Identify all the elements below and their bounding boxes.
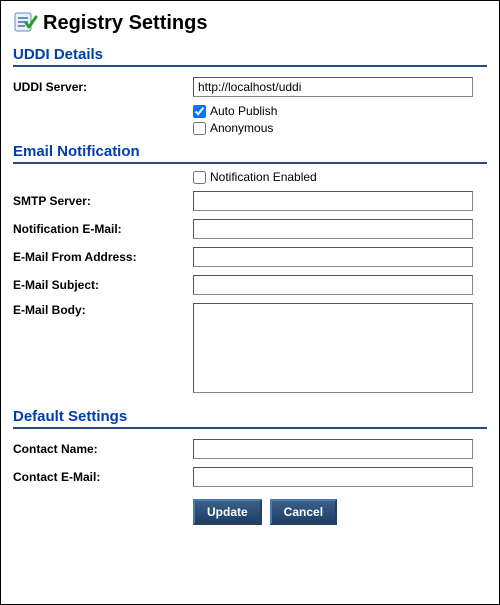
anonymous-label: Anonymous: [210, 121, 273, 135]
section-header-uddi: UDDI Details: [13, 46, 487, 63]
notify-email-input[interactable]: [193, 219, 473, 239]
cancel-button[interactable]: Cancel: [270, 499, 337, 525]
notification-enabled-checkbox[interactable]: [193, 171, 206, 184]
contact-name-input[interactable]: [193, 439, 473, 459]
uddi-server-label: UDDI Server:: [13, 80, 193, 94]
auto-publish-checkbox[interactable]: [193, 105, 206, 118]
row-uddi-server: UDDI Server:: [13, 73, 487, 101]
from-input[interactable]: [193, 247, 473, 267]
body-textarea[interactable]: [193, 303, 473, 393]
uddi-server-input[interactable]: [193, 77, 473, 97]
subject-input[interactable]: [193, 275, 473, 295]
anonymous-checkbox[interactable]: [193, 122, 206, 135]
subject-label: E-Mail Subject:: [13, 278, 193, 292]
contact-name-label: Contact Name:: [13, 442, 193, 456]
row-body: E-Mail Body:: [13, 299, 487, 400]
settings-icon: [13, 9, 39, 38]
section-rule: [13, 65, 487, 67]
page-title-row: Registry Settings: [13, 9, 487, 38]
smtp-label: SMTP Server:: [13, 194, 193, 208]
row-anonymous: Anonymous: [13, 121, 487, 135]
auto-publish-label: Auto Publish: [210, 104, 277, 118]
section-header-defaults: Default Settings: [13, 408, 487, 425]
smtp-input[interactable]: [193, 191, 473, 211]
row-from: E-Mail From Address:: [13, 243, 487, 271]
button-row: Update Cancel: [13, 499, 487, 525]
notification-enabled-label: Notification Enabled: [210, 170, 317, 184]
section-header-email: Email Notification: [13, 143, 487, 160]
body-label: E-Mail Body:: [13, 303, 193, 317]
row-contact-name: Contact Name:: [13, 435, 487, 463]
row-auto-publish: Auto Publish: [13, 104, 487, 118]
row-smtp: SMTP Server:: [13, 187, 487, 215]
contact-email-label: Contact E-Mail:: [13, 470, 193, 484]
section-rule: [13, 162, 487, 164]
notify-email-label: Notification E-Mail:: [13, 222, 193, 236]
contact-email-input[interactable]: [193, 467, 473, 487]
row-subject: E-Mail Subject:: [13, 271, 487, 299]
page-title: Registry Settings: [43, 12, 207, 35]
section-rule: [13, 427, 487, 429]
update-button[interactable]: Update: [193, 499, 262, 525]
row-notify-email: Notification E-Mail:: [13, 215, 487, 243]
row-contact-email: Contact E-Mail:: [13, 463, 487, 491]
from-label: E-Mail From Address:: [13, 250, 193, 264]
row-notification-enabled: Notification Enabled: [13, 170, 487, 184]
settings-panel: Registry Settings UDDI Details UDDI Serv…: [0, 0, 500, 605]
